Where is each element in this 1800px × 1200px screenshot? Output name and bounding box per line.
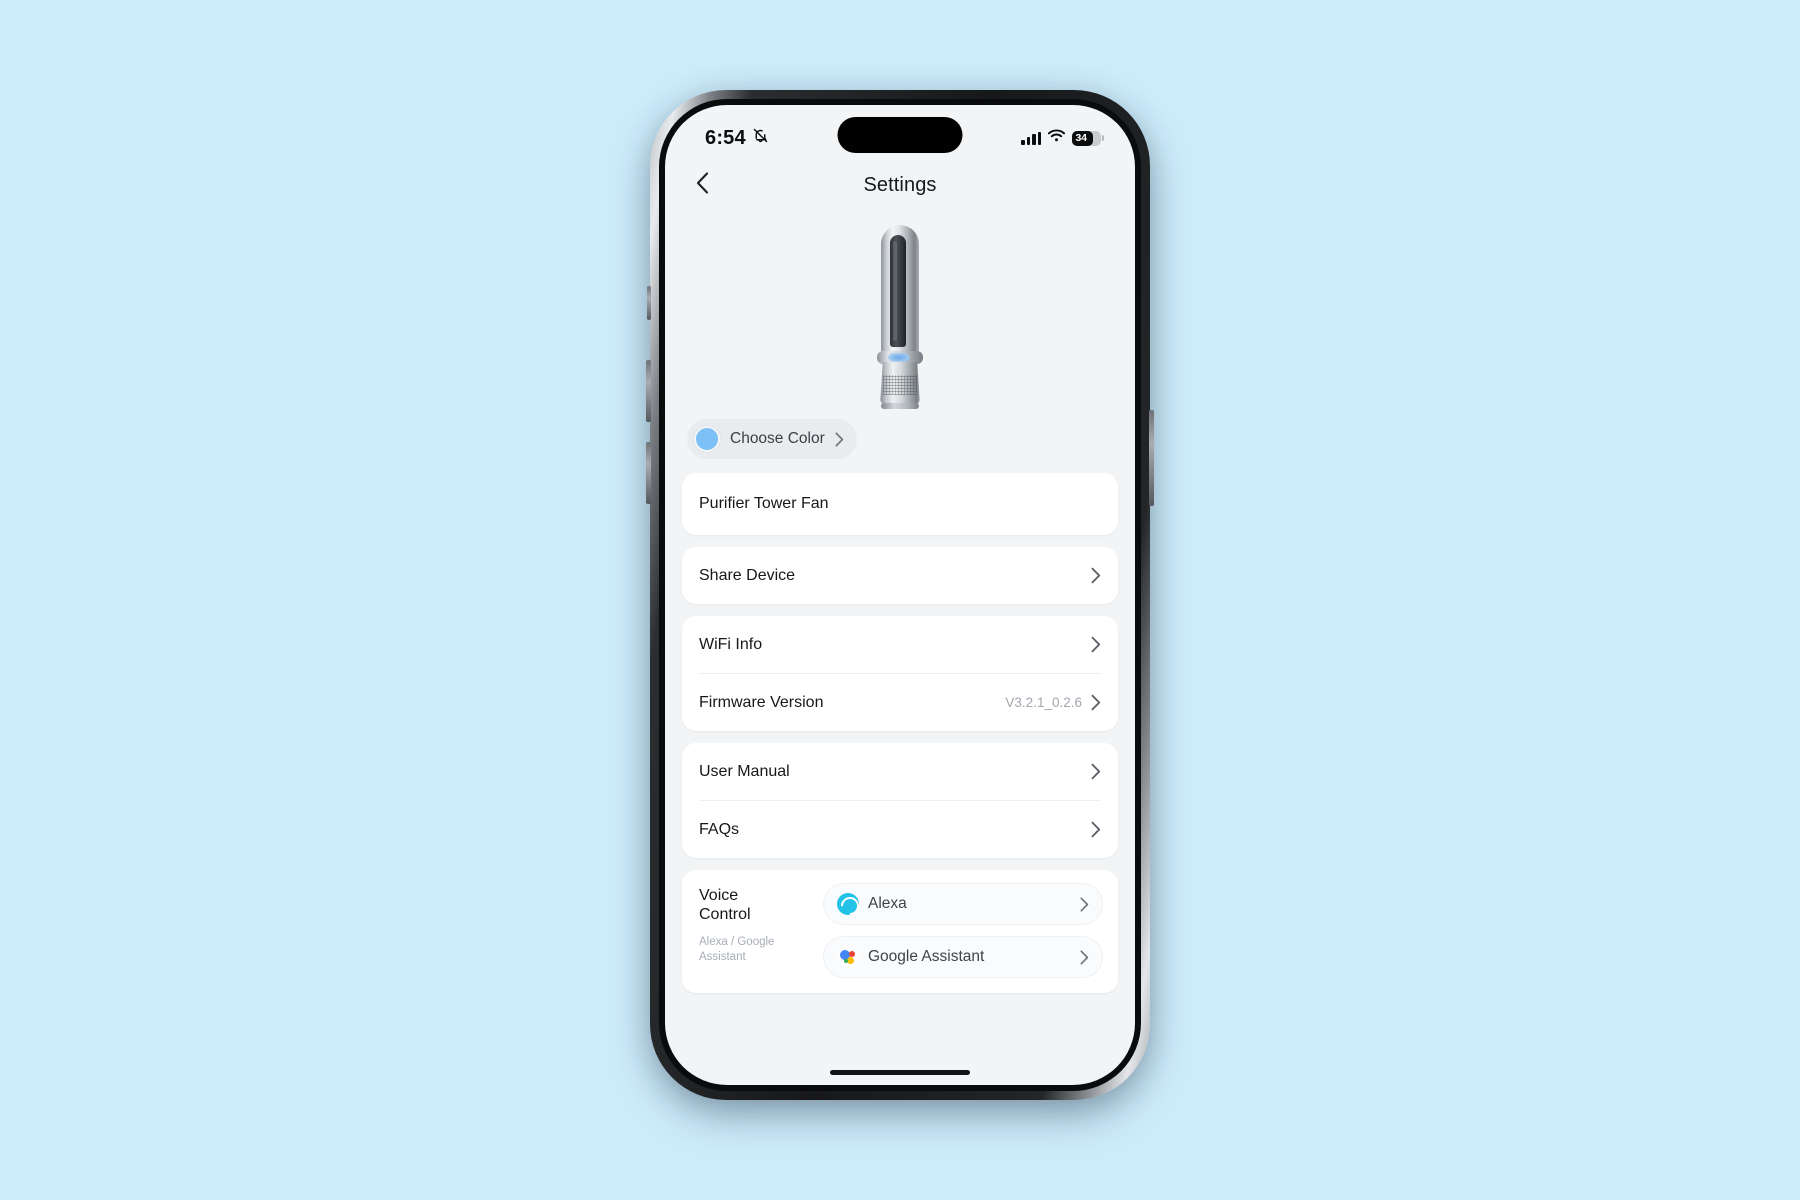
chevron-right-icon	[835, 431, 844, 447]
row-user-manual[interactable]: User Manual	[682, 743, 1118, 800]
voice-control-card: Voice Control Alexa / Google Assistant A…	[682, 870, 1118, 993]
row-label: FAQs	[699, 820, 740, 838]
status-bar: 6:54 34	[665, 105, 1135, 163]
bell-slash-icon	[752, 127, 769, 150]
power-button[interactable]	[1149, 410, 1154, 506]
status-time: 6:54	[705, 126, 746, 149]
voice-control-subtitle: Alexa / Google Assistant	[699, 935, 775, 963]
choose-color-row: Choose Color	[665, 413, 1135, 459]
device-name-field[interactable]: Purifier Tower Fan	[682, 473, 1118, 535]
chevron-right-icon	[1080, 949, 1089, 965]
assistant-option-alexa[interactable]: Alexa	[823, 883, 1103, 925]
firmware-version-value: V3.2.1_0.2.6	[1005, 695, 1082, 710]
volume-up-button[interactable]	[646, 360, 651, 422]
wifi-icon	[1047, 129, 1066, 147]
product-image	[665, 207, 1135, 413]
device-name-card: Purifier Tower Fan	[682, 473, 1118, 535]
voice-control-title: Voice Control	[699, 887, 751, 923]
cellular-bars-icon	[1021, 131, 1041, 145]
dynamic-island	[837, 117, 963, 153]
chevron-right-icon	[1080, 896, 1089, 912]
chevron-right-icon	[1091, 567, 1101, 584]
google-assistant-icon	[837, 946, 859, 968]
settings-card-list: Purifier Tower Fan Share Device WiFi Inf…	[665, 459, 1135, 993]
row-label: User Manual	[699, 762, 790, 780]
assistant-label: Alexa	[868, 895, 907, 912]
settings-content: Choose Color Purifier Tower Fan Share De…	[665, 207, 1135, 1085]
row-share-device[interactable]: Share Device	[682, 547, 1118, 604]
alexa-icon	[837, 893, 859, 915]
chevron-right-icon	[1091, 821, 1101, 838]
device-name-value: Purifier Tower Fan	[699, 495, 829, 512]
row-label: WiFi Info	[699, 635, 763, 653]
help-card: User Manual FAQs	[682, 743, 1118, 858]
chevron-right-icon	[1091, 694, 1101, 711]
phone-screen: 6:54 34 Settings Choose Color Purifier T…	[665, 105, 1135, 1085]
status-bar-right: 34	[1021, 121, 1104, 147]
mute-switch[interactable]	[647, 286, 651, 320]
purifier-tower-fan-graphic	[869, 225, 931, 411]
home-indicator[interactable]	[830, 1070, 970, 1075]
color-swatch	[694, 426, 720, 452]
row-faqs[interactable]: FAQs	[682, 801, 1118, 858]
chevron-right-icon	[1091, 636, 1101, 653]
assistant-label: Google Assistant	[868, 948, 985, 965]
row-label: Share Device	[699, 566, 796, 584]
row-firmware-version[interactable]: Firmware Version V3.2.1_0.2.6	[682, 674, 1118, 731]
phone-mockup: 6:54 34 Settings Choose Color Purifier T…	[646, 90, 1154, 1110]
voice-assistant-options: Alexa Google Assistant	[823, 883, 1103, 978]
chevron-right-icon	[1091, 763, 1101, 780]
share-device-card: Share Device	[682, 547, 1118, 604]
choose-color-label: Choose Color	[730, 430, 825, 447]
assistant-option-google-assistant[interactable]: Google Assistant	[823, 936, 1103, 978]
device-info-card: WiFi Info Firmware Version V3.2.1_0.2.6	[682, 616, 1118, 731]
choose-color-button[interactable]: Choose Color	[687, 419, 857, 459]
voice-control-labels: Voice Control Alexa / Google Assistant	[699, 883, 811, 978]
volume-down-button[interactable]	[646, 442, 651, 504]
row-label: Firmware Version	[699, 693, 824, 711]
battery-percent-label: 34	[1075, 132, 1087, 144]
row-wifi-info[interactable]: WiFi Info	[682, 616, 1118, 673]
battery-icon: 34	[1072, 130, 1104, 146]
page-title: Settings	[863, 173, 937, 196]
status-bar-left: 6:54	[705, 119, 769, 150]
nav-bar: Settings	[665, 163, 1135, 207]
